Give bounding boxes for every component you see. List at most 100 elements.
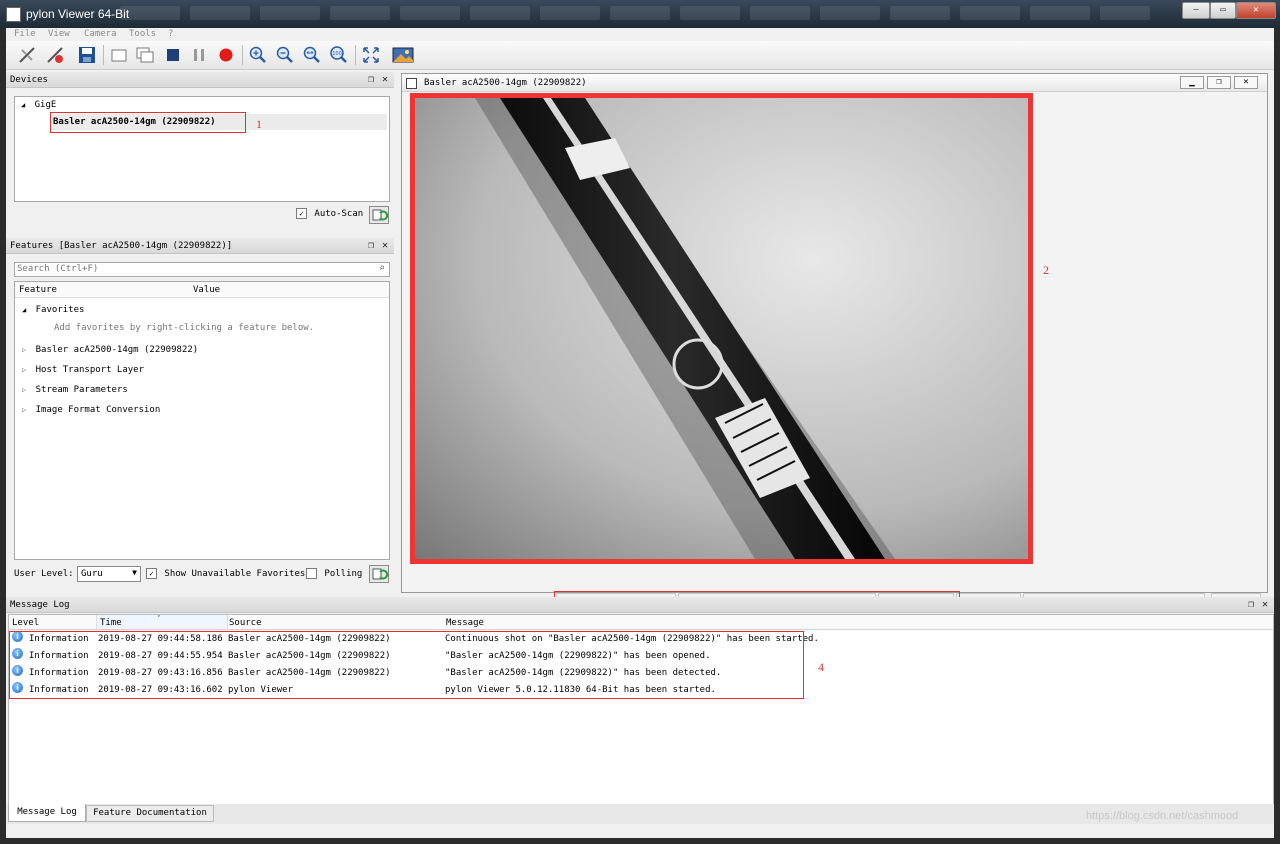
expand-arrow-icon[interactable]: ▷	[22, 386, 26, 394]
image-window-minimize-button[interactable]: ▁	[1180, 76, 1204, 89]
panel-float-icon[interactable]: ❐	[1248, 599, 1254, 610]
continuous-shot-icon[interactable]	[134, 44, 156, 66]
zoom-100-icon[interactable]: 100	[328, 44, 350, 66]
menu-camera[interactable]: Camera	[84, 29, 117, 39]
annotation-number-4: 4	[818, 660, 824, 674]
tree-node-label: Host Transport Layer	[35, 365, 145, 375]
tree-node-host-transport-layer[interactable]: ▷ Host Transport Layer	[22, 362, 144, 378]
tree-node-image-format-conversion[interactable]: ▷ Image Format Conversion	[22, 402, 160, 418]
minimize-button[interactable]: –	[1182, 2, 1210, 19]
user-level-select[interactable]: Guru ▼	[77, 566, 141, 582]
background-taskbar-item	[120, 6, 180, 20]
tab-feature-documentation[interactable]: Feature Documentation	[86, 805, 214, 822]
show-unavailable-checkbox[interactable]: ✓	[146, 568, 157, 579]
column-header-time: Time	[100, 618, 122, 628]
single-shot-icon[interactable]	[108, 44, 130, 66]
panel-float-icon[interactable]: ❐	[368, 240, 374, 251]
tree-node-label: Stream Parameters	[35, 385, 128, 395]
refresh-features-icon[interactable]	[369, 565, 389, 583]
features-panel-header: Features [Basler acA2500-14gm (22909822)…	[6, 238, 394, 254]
tree-node-label: GigE	[34, 100, 57, 110]
disconnect-icon[interactable]	[16, 44, 38, 66]
menu-file[interactable]: File	[14, 29, 36, 39]
close-button[interactable]: ✕	[1236, 2, 1276, 19]
panel-close-icon[interactable]: ✕	[382, 74, 388, 85]
message-log-title: Message Log	[10, 600, 70, 610]
column-header-value[interactable]: Value	[193, 285, 220, 295]
maximize-button[interactable]: ▭	[1210, 2, 1236, 19]
tree-node-label: Basler acA2500-14gm (22909822)	[35, 345, 199, 355]
tree-node-gige[interactable]: ◢ GigE	[21, 97, 56, 113]
tree-node-label: Image Format Conversion	[35, 405, 161, 415]
toolbar: 100	[6, 41, 1274, 70]
message-log-header: Message Log ❐ ✕	[6, 597, 1274, 613]
background-taskbar-item	[330, 6, 390, 20]
open-camera-icon[interactable]	[44, 44, 66, 66]
expand-arrow-icon[interactable]: ▷	[22, 366, 26, 374]
sort-indicator-icon: ▾	[157, 613, 161, 620]
feature-search-field[interactable]: ⌕	[14, 262, 390, 277]
toolbar-separator	[355, 45, 356, 65]
background-taskbar-item	[470, 6, 530, 20]
devices-title: Devices	[10, 75, 48, 85]
column-header-time-cell[interactable]: Time ▾	[96, 613, 228, 629]
tree-node-stream-parameters[interactable]: ▷ Stream Parameters	[22, 382, 128, 398]
app-window: File View Camera Tools ? 100 Devices ❐ ✕…	[6, 28, 1274, 838]
column-header-source[interactable]: Source	[229, 618, 262, 628]
background-taskbar-item	[400, 6, 460, 20]
bottom-tab-bar: Message Log Feature Documentation https:…	[6, 804, 1274, 824]
expand-arrow-icon[interactable]: ▷	[22, 406, 26, 414]
annotation-number-2: 2	[1043, 263, 1049, 277]
fullscreen-icon[interactable]	[360, 44, 382, 66]
record-icon[interactable]	[215, 44, 237, 66]
polling-toggle[interactable]: Polling	[306, 568, 362, 579]
auto-scan-checkbox[interactable]: ✓	[296, 208, 307, 219]
auto-scan-toggle[interactable]: ✓ Auto-Scan	[296, 208, 363, 219]
polling-label: Polling	[324, 569, 363, 579]
background-taskbar-item	[190, 6, 250, 20]
save-icon[interactable]	[76, 44, 98, 66]
image-window-icon[interactable]	[392, 44, 414, 66]
zoom-fit-icon[interactable]	[301, 44, 323, 66]
zoom-out-icon[interactable]	[274, 44, 296, 66]
panel-close-icon[interactable]: ✕	[382, 240, 388, 251]
user-level-value: Guru	[81, 569, 103, 579]
stop-icon[interactable]	[162, 44, 184, 66]
feature-search-input[interactable]	[15, 263, 357, 274]
menu-view[interactable]: View	[48, 29, 70, 39]
column-header-feature[interactable]: Feature	[19, 285, 57, 295]
refresh-devices-icon[interactable]	[369, 206, 389, 224]
column-header-message[interactable]: Message	[446, 618, 484, 628]
menu-help[interactable]: ?	[168, 29, 173, 39]
annotation-box-2	[410, 93, 1033, 564]
panel-close-icon[interactable]: ✕	[1262, 599, 1268, 610]
image-window-titlebar: Basler acA2500-14gm (22909822) ▁ ❐ ✕	[402, 74, 1267, 92]
chevron-down-icon[interactable]: ▼	[132, 568, 137, 577]
background-taskbar-item	[680, 6, 740, 20]
features-title: Features [Basler acA2500-14gm (22909822)…	[10, 241, 233, 251]
menu-tools[interactable]: Tools	[129, 29, 156, 39]
tree-node-label: Favorites	[35, 305, 85, 315]
show-unavailable-toggle[interactable]: ✓ Show Unavailable Favorites	[146, 568, 305, 579]
column-header-level[interactable]: Level	[12, 618, 39, 628]
background-taskbar-item	[890, 6, 950, 20]
panel-float-icon[interactable]: ❐	[368, 74, 374, 85]
collapse-arrow-icon[interactable]: ◢	[22, 306, 26, 314]
image-window-title: Basler acA2500-14gm (22909822)	[424, 78, 587, 88]
image-window-restore-button[interactable]: ❐	[1207, 76, 1231, 89]
search-icon[interactable]: ⌕	[379, 263, 385, 274]
tab-message-log[interactable]: Message Log	[8, 804, 86, 822]
polling-checkbox[interactable]	[306, 568, 317, 579]
background-taskbar-item	[1030, 6, 1090, 20]
zoom-in-icon[interactable]	[247, 44, 269, 66]
pause-icon[interactable]	[188, 44, 210, 66]
expand-arrow-icon[interactable]: ▷	[22, 346, 26, 354]
menu-bar: File View Camera Tools ?	[6, 28, 1274, 41]
tree-node-device-features[interactable]: ▷ Basler acA2500-14gm (22909822)	[22, 342, 198, 358]
tree-node-favorites[interactable]: ◢ Favorites	[22, 302, 84, 318]
favorites-hint: Add favorites by right-clicking a featur…	[54, 323, 315, 333]
zoom-100-label: 100	[332, 51, 342, 57]
image-window-close-button[interactable]: ✕	[1234, 76, 1258, 89]
collapse-arrow-icon[interactable]: ◢	[21, 101, 25, 109]
background-taskbar-item	[820, 6, 880, 20]
